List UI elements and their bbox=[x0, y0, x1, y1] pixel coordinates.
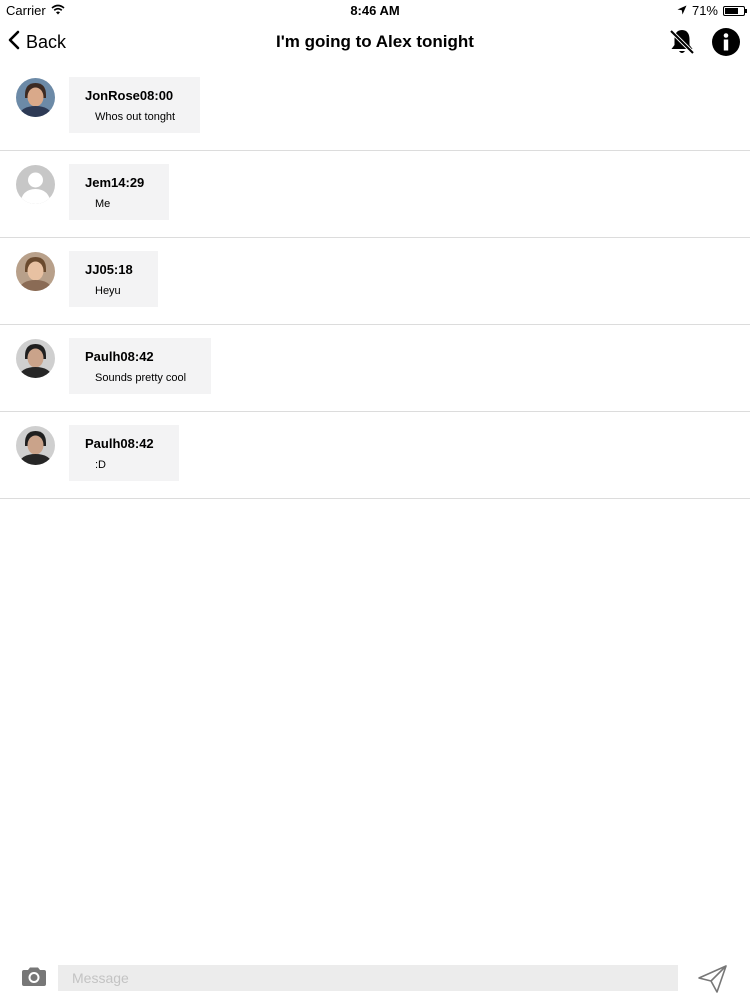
message-row[interactable]: JonRose08:00 Whos out tonght bbox=[0, 64, 750, 151]
info-button[interactable] bbox=[711, 27, 741, 62]
message-time: 08:42 bbox=[120, 436, 154, 451]
avatar[interactable] bbox=[16, 165, 55, 204]
message-text: Me bbox=[95, 198, 111, 210]
camera-button[interactable] bbox=[20, 966, 48, 993]
sender-line: Paulh08:42 bbox=[85, 349, 186, 364]
sender-line: Paulh08:42 bbox=[85, 436, 154, 451]
message-bubble[interactable]: JonRose08:00 Whos out tonght bbox=[69, 77, 201, 133]
message-bubble[interactable]: Paulh08:42 Sounds pretty cool bbox=[69, 338, 212, 394]
message-text: Heyu bbox=[95, 285, 121, 297]
message-bubble[interactable]: Jem14:29 Me bbox=[69, 164, 170, 220]
avatar[interactable] bbox=[16, 78, 55, 117]
battery-cap bbox=[745, 8, 747, 13]
message-time: 05:18 bbox=[99, 262, 133, 277]
message-bubble[interactable]: JJ05:18 Heyu bbox=[69, 251, 158, 307]
status-right: 71% bbox=[677, 3, 747, 18]
message-text: Whos out tonght bbox=[95, 111, 176, 123]
message-row[interactable]: JJ05:18 Heyu bbox=[0, 238, 750, 325]
location-arrow-icon bbox=[677, 3, 687, 18]
message-input[interactable] bbox=[58, 965, 678, 991]
message-row[interactable]: Jem14:29 Me bbox=[0, 151, 750, 238]
sender-name: Jem bbox=[85, 175, 112, 190]
bell-slash-icon bbox=[668, 29, 696, 61]
info-icon bbox=[711, 28, 741, 61]
message-text: :D bbox=[95, 459, 106, 471]
status-time: 8:46 AM bbox=[350, 3, 400, 18]
battery-fill bbox=[725, 7, 738, 14]
sender-name: Paulh bbox=[85, 436, 121, 451]
sender-name: Paulh bbox=[85, 349, 121, 364]
send-button[interactable] bbox=[697, 964, 729, 999]
sender-line: JJ05:18 bbox=[85, 262, 133, 277]
nav-bar: Back I'm going to Alex tonight bbox=[0, 22, 750, 64]
battery-icon bbox=[723, 5, 747, 16]
message-text: Sounds pretty cool bbox=[95, 372, 187, 384]
message-list: JonRose08:00 Whos out tonght Jem14:29 Me JJ0… bbox=[0, 64, 750, 499]
mute-button[interactable] bbox=[668, 27, 696, 62]
paper-plane-icon bbox=[697, 965, 729, 998]
message-row[interactable]: Paulh08:42 Sounds pretty cool bbox=[0, 325, 750, 412]
sender-name: JJ bbox=[85, 262, 100, 277]
avatar[interactable] bbox=[16, 426, 55, 465]
avatar[interactable] bbox=[16, 339, 55, 378]
page-title: I'm going to Alex tonight bbox=[276, 32, 474, 51]
message-time: 08:00 bbox=[139, 88, 174, 103]
message-time: 14:29 bbox=[111, 175, 145, 190]
message-row[interactable]: Paulh08:42 :D bbox=[0, 412, 750, 499]
input-bar bbox=[0, 958, 750, 1000]
sender-name: JonRose bbox=[85, 88, 140, 103]
message-bubble[interactable]: Paulh08:42 :D bbox=[69, 425, 179, 481]
status-bar: Carrier 8:46 AM 71% bbox=[0, 0, 750, 22]
camera-icon bbox=[20, 967, 48, 992]
avatar[interactable] bbox=[16, 252, 55, 291]
sender-line: Jem14:29 bbox=[85, 175, 144, 190]
message-time: 08:42 bbox=[120, 349, 154, 364]
battery-percent: 71% bbox=[691, 3, 718, 18]
sender-line: JonRose08:00 bbox=[85, 88, 175, 103]
